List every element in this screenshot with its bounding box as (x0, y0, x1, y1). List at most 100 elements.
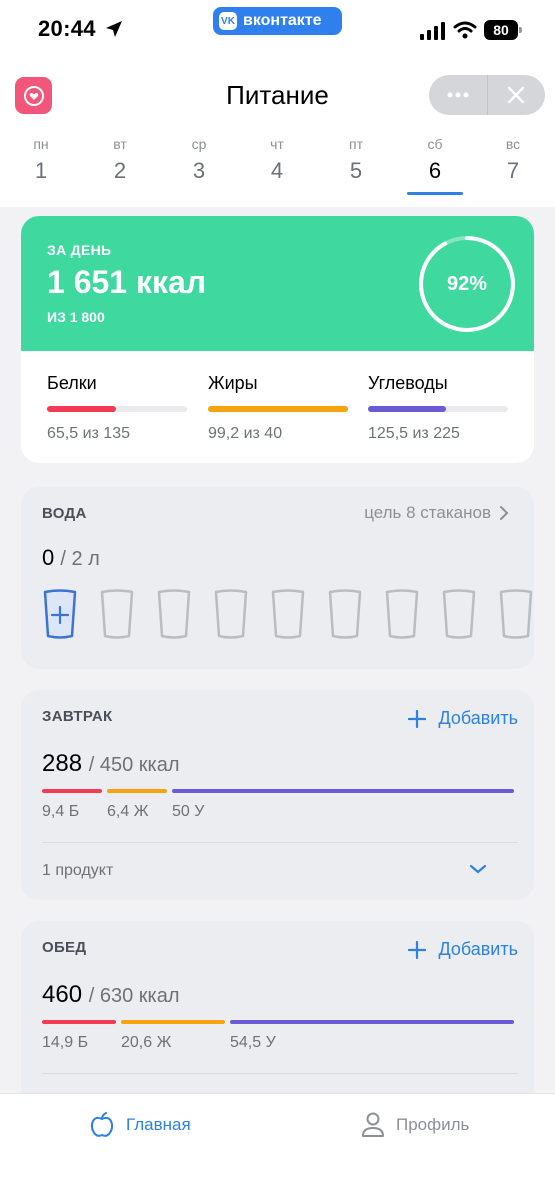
breakfast-card: ЗАВТРАК Добавить 288 / 450 ккал 9,4 Б 6,… (21, 690, 534, 900)
macro-0: Белки 65,5 из 135 (47, 373, 187, 443)
breakfast-kcal: 288 / 450 ккал (42, 750, 180, 778)
water-total: / 2 л (60, 548, 100, 570)
day-3[interactable]: чт 4 (249, 136, 305, 184)
tab-home[interactable]: Главная (88, 1111, 191, 1139)
breakfast-macro-bars (42, 789, 514, 793)
day-name: вт (113, 136, 127, 152)
macro-progress-fill (368, 406, 447, 412)
lunch-add-button[interactable]: Добавить (408, 939, 518, 960)
chevron-down-icon[interactable] (468, 862, 488, 876)
water-glass-icon[interactable] (156, 589, 192, 641)
breakfast-kcal-total: / 450 ккал (88, 754, 180, 776)
macro-value: 65,5 из 135 (47, 425, 130, 442)
macro-progress-fill (47, 406, 116, 412)
more-button[interactable] (429, 75, 487, 115)
vk-pill-label: вконтакте (243, 12, 322, 29)
breakfast-kcal-value: 288 (42, 750, 83, 777)
add-water-glass[interactable] (42, 589, 78, 641)
breakfast-add-label: Добавить (438, 708, 518, 728)
summary-label: ЗА ДЕНЬ (47, 242, 112, 258)
close-button[interactable] (488, 75, 546, 115)
breakfast-fat: 6,4 Ж (107, 803, 149, 820)
macro-progress-bar (368, 406, 508, 412)
day-name: сб (427, 136, 443, 152)
cellular-signal-icon (420, 22, 445, 40)
breakfast-title: ЗАВТРАК (42, 708, 113, 725)
tab-profile[interactable]: Профиль (360, 1111, 469, 1139)
breakfast-macro-labels: 9,4 Б 6,4 Ж 50 У (42, 803, 514, 823)
water-goal-label: цель 8 стаканов (364, 503, 491, 522)
breakfast-add-button[interactable]: Добавить (408, 708, 518, 729)
water-glasses (42, 589, 534, 645)
app-header: Питание (0, 74, 555, 116)
lunch-fat: 20,6 Ж (121, 1034, 172, 1051)
mini-app-controls (429, 75, 545, 115)
ellipsis-icon (447, 92, 469, 98)
top-area: 20:44 VK вконтакте 80 Питание пн 1 вт 2 … (0, 0, 555, 207)
macro-progress-bar (47, 406, 187, 412)
day-name: ср (191, 136, 207, 152)
water-goal-link[interactable]: цель 8 стаканов (364, 503, 509, 523)
daily-summary-card: ЗА ДЕНЬ 1 651 ккал ИЗ 1 800 92% Белки 65,… (21, 216, 534, 463)
status-bar: 20:44 VK вконтакте 80 (0, 0, 555, 62)
tab-bar: Главная Профиль (0, 1093, 555, 1200)
day-0[interactable]: пн 1 (13, 136, 69, 184)
water-amount: 0 / 2 л (42, 545, 100, 571)
lunch-protein-bar (42, 1020, 116, 1024)
macro-name: Белки (47, 373, 97, 393)
water-glass-icon[interactable] (213, 589, 249, 641)
lunch-kcal: 460 / 630 ккал (42, 981, 180, 1009)
macro-name: Углеводы (368, 373, 448, 393)
water-card: ВОДА цель 8 стаканов 0 / 2 л (21, 487, 534, 669)
lunch-carbs: 54,5 У (230, 1034, 276, 1051)
day-2[interactable]: ср 3 (171, 136, 227, 184)
plus-icon (408, 709, 427, 728)
water-glass-icon[interactable] (99, 589, 135, 641)
tab-profile-label: Профиль (396, 1115, 470, 1134)
apple-icon (90, 1112, 114, 1137)
divider (42, 842, 518, 843)
vk-logo-icon: VK (219, 12, 237, 30)
day-4[interactable]: пт 5 (328, 136, 384, 184)
day-name: пн (33, 136, 49, 152)
day-name: чт (270, 136, 284, 152)
battery-indicator: 80 (484, 20, 522, 40)
day-1[interactable]: вт 2 (92, 136, 148, 184)
day-date: 2 (113, 158, 127, 183)
breakfast-protein-bar (42, 789, 102, 793)
plus-icon (408, 940, 427, 959)
day-name: пт (349, 136, 363, 152)
water-title: ВОДА (42, 505, 87, 522)
divider (42, 1073, 518, 1074)
lunch-fat-bar (121, 1020, 225, 1024)
macro-progress-bar (208, 406, 348, 412)
breakfast-carbs-bar (172, 789, 514, 793)
breakfast-fat-bar (107, 789, 167, 793)
lunch-protein: 14,9 Б (42, 1034, 89, 1051)
day-date: 3 (192, 158, 206, 183)
water-glass-icon[interactable] (441, 589, 477, 641)
vk-return-pill[interactable]: VK вконтакте (213, 7, 342, 35)
summary-header: ЗА ДЕНЬ 1 651 ккал ИЗ 1 800 92% (21, 216, 534, 351)
water-drunk: 0 (42, 545, 55, 570)
day-6[interactable]: вс 7 (485, 136, 541, 184)
lunch-kcal-total: / 630 ккал (88, 985, 180, 1007)
lunch-title: ОБЕД (42, 939, 87, 956)
day-name: вс (505, 136, 521, 152)
macros-row: Белки 65,5 из 135 Жиры 99,2 из 40 Углеводы 12… (21, 351, 534, 463)
water-glass-icon[interactable] (498, 589, 534, 641)
water-glass-icon[interactable] (327, 589, 363, 641)
lunch-kcal-value: 460 (42, 981, 83, 1008)
breakfast-products-count[interactable]: 1 продукт (42, 862, 113, 880)
water-glass-icon[interactable] (270, 589, 306, 641)
lunch-macro-bars (42, 1020, 514, 1024)
water-glass-icon[interactable] (384, 589, 420, 641)
lunch-card: ОБЕД Добавить 460 / 630 ккал 14,9 Б 20,6… (21, 921, 534, 1121)
day-date: 4 (270, 158, 284, 183)
macro-2: Углеводы 125,5 из 225 (368, 373, 508, 443)
breakfast-carbs: 50 У (172, 803, 205, 820)
breakfast-protein: 9,4 Б (42, 803, 80, 820)
day-5[interactable]: сб 6 (407, 136, 463, 195)
chevron-right-icon (500, 506, 509, 520)
macro-value: 125,5 из 225 (368, 425, 460, 442)
